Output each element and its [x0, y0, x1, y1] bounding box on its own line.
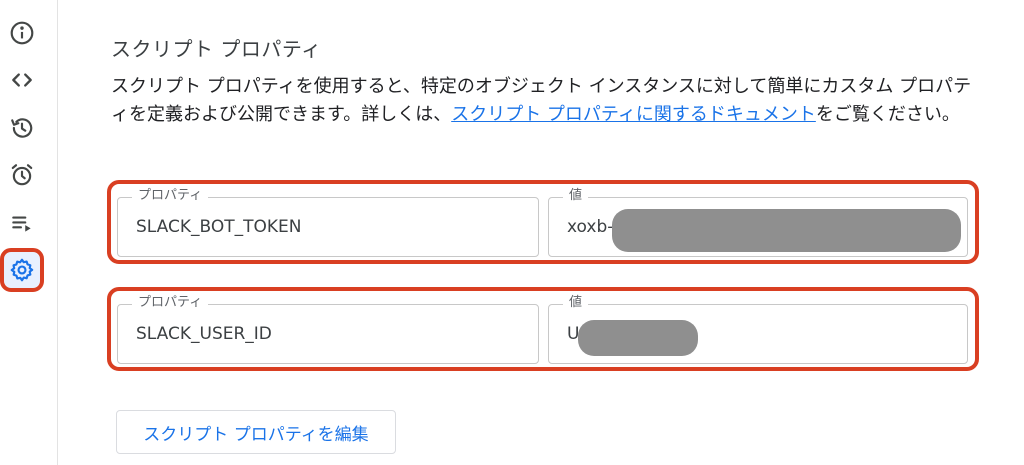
property-key-label: プロパティ [132, 188, 209, 204]
section-title: スクリプト プロパティ [111, 37, 322, 61]
property-key-field[interactable]: プロパティ SLACK_USER_ID [117, 295, 539, 364]
property-key-field[interactable]: プロパティ SLACK_BOT_TOKEN [117, 188, 539, 257]
property-row: プロパティ SLACK_USER_ID 値 U [107, 287, 979, 371]
redaction-overlay [578, 320, 698, 356]
redaction-overlay [612, 209, 961, 252]
property-value-label: 値 [563, 188, 589, 204]
property-key-value: SLACK_BOT_TOKEN [136, 217, 302, 237]
info-icon[interactable] [4, 15, 40, 51]
property-key-label: プロパティ [132, 295, 209, 311]
documentation-link[interactable]: スクリプト プロパティに関するドキュメント [451, 104, 816, 125]
edit-script-properties-button[interactable]: スクリプト プロパティを編集 [116, 410, 396, 454]
playlist-play-icon[interactable] [4, 205, 40, 241]
section-description: スクリプト プロパティを使用すると、特定のオブジェクト インスタンスに対して簡単… [111, 73, 981, 129]
property-value-text: xoxb- [567, 217, 614, 237]
sidebar [0, 0, 58, 465]
property-value-label: 値 [563, 295, 589, 311]
property-value-field[interactable]: 値 xoxb- [548, 188, 968, 257]
code-icon[interactable] [4, 62, 40, 98]
property-row: プロパティ SLACK_BOT_TOKEN 値 xoxb- [107, 180, 979, 264]
property-key-value: SLACK_USER_ID [136, 324, 272, 344]
alarm-clock-icon[interactable] [4, 157, 40, 193]
history-icon[interactable] [4, 110, 40, 146]
gear-icon[interactable] [0, 248, 44, 292]
property-value-field[interactable]: 値 U [548, 295, 968, 364]
description-text-after: をご覧ください。 [815, 104, 960, 125]
